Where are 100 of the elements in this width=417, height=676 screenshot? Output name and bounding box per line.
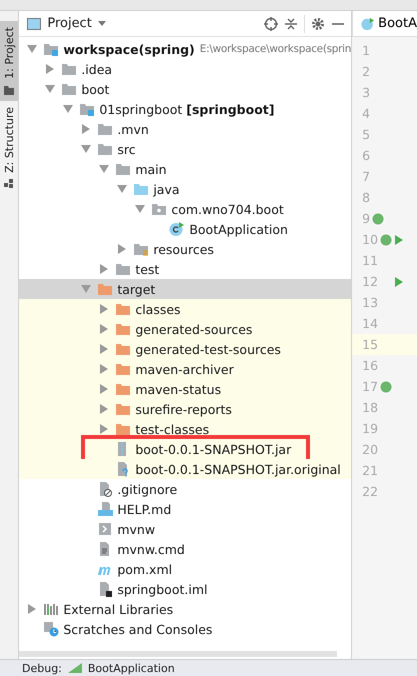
bean-icon[interactable] [372,212,384,224]
tree-item[interactable]: External Libraries [19,599,352,619]
tree-item[interactable]: classes [19,299,352,319]
run-config-tab[interactable]: BootApplication [88,662,175,674]
tree-item-label: java [153,182,180,196]
tree-item[interactable]: main [19,159,352,179]
collapsed-arrow-icon[interactable] [99,364,110,374]
script-file-icon [97,521,114,537]
horizontal-scrollbar[interactable] [19,651,338,657]
line-number: 19 [361,420,380,438]
tree-item-label: .idea [81,62,112,76]
line-number: 11 [361,252,380,270]
line-number: 10 [352,229,417,250]
line-number: 14 [361,315,380,333]
collapsed-arrow-icon[interactable] [99,424,110,434]
tree-item-label: generated-sources [135,322,252,336]
tree-item-label: maven-archiver [135,362,234,376]
tree-item[interactable]: .mvn [19,119,352,139]
bean-icon[interactable] [380,380,392,392]
collapsed-arrow-icon[interactable] [117,244,128,254]
run-icon[interactable] [394,234,404,244]
collapsed-arrow-icon[interactable] [99,324,110,334]
tree-item[interactable]: mvnw.cmd [19,539,352,559]
folder-icon [115,261,132,277]
tree-item[interactable]: mvnw [19,519,352,539]
structure-icon [4,178,14,189]
folder-icon [97,121,114,137]
tree-item-label: BootApplication [189,222,288,236]
folder-icon [115,381,132,397]
collapse-all-icon[interactable] [284,16,298,30]
line-number: 20 [361,441,380,459]
collapsed-arrow-icon[interactable] [99,264,110,274]
settings-icon[interactable] [311,16,326,30]
expanded-arrow-icon[interactable] [45,84,56,94]
tree-item-label: test [135,262,160,276]
tree-item[interactable]: generated-sources [19,319,352,339]
tree-item[interactable]: .gitignore [19,479,352,499]
tree-item[interactable]: maven-status [19,379,352,399]
path-label: E:\workspace\workspace(sprin [200,43,352,55]
folder-icon [115,361,132,377]
line-number: 3 [361,84,372,102]
tree-item[interactable]: workspace(spring) E:\workspace\workspace(sprin [19,39,352,59]
line-number: 17 [352,376,417,397]
tree-item-label: HELP.md [117,502,172,516]
locate-icon[interactable] [264,16,278,30]
tree-item[interactable]: pom.xml [19,559,352,579]
run-icon[interactable] [394,276,404,286]
tree-item[interactable]: boot [19,79,352,99]
tool-window-tab[interactable]: 1: Project [0,21,18,101]
window-icon [27,18,42,30]
tree-item[interactable]: Scratches and Consoles [19,619,352,639]
folder-icon [97,141,114,157]
expanded-arrow-icon[interactable] [117,184,128,194]
expanded-arrow-icon[interactable] [63,104,74,114]
tree-item[interactable]: src [19,139,352,159]
tree-item-label: boot-0.0.1-SNAPSHOT.jar.original [135,462,341,476]
bean-icon[interactable] [380,234,392,246]
ignored-file-icon [97,481,114,497]
collapsed-arrow-icon[interactable] [99,304,110,314]
expanded-arrow-icon[interactable] [99,164,110,174]
tree-item-label: External Libraries [63,602,174,616]
tree-item[interactable]: maven-archiver [19,359,352,379]
tree-item[interactable]: HELP.md [19,499,352,519]
folder-icon [61,61,78,77]
expanded-arrow-icon[interactable] [27,44,38,54]
tree-item[interactable]: .idea [19,59,352,79]
tree-item[interactable]: generated-test-sources [19,339,352,359]
collapsed-arrow-icon[interactable] [45,64,56,74]
tree-item[interactable]: resources [19,239,352,259]
line-number: 2 [361,63,372,81]
tree-item[interactable]: boot-0.0.1-SNAPSHOT.jar.original [19,459,352,479]
expanded-arrow-icon[interactable] [81,144,92,154]
expanded-arrow-icon[interactable] [81,284,92,294]
tree-item[interactable]: java [19,179,352,199]
tree-item[interactable]: test [19,259,352,279]
tool-window-tab[interactable]: Z: Structure [0,100,18,195]
collapsed-arrow-icon[interactable] [27,604,38,614]
collapsed-arrow-icon[interactable] [99,384,110,394]
tree-item[interactable]: target [19,279,352,299]
tree-item-label: target [117,282,156,296]
line-number: 1 [361,42,372,60]
libraries-icon [43,601,60,617]
tree-item[interactable]: surefire-reports [19,399,352,419]
dropdown-caret-icon[interactable] [98,21,106,26]
tree-item-label: .gitignore [117,482,178,496]
tree-item[interactable]: 01springboot [springboot] [19,99,352,119]
tree-item[interactable]: BootApplication [19,219,352,239]
folder-icon [115,401,132,417]
line-number: 6 [361,147,372,165]
panel-title[interactable]: Project [47,16,92,31]
resources-folder-icon [133,241,150,257]
module-folder-icon [79,101,96,117]
tree-item[interactable]: com.wno704.boot [19,199,352,219]
module-file-icon [97,581,114,597]
collapsed-arrow-icon[interactable] [81,124,92,134]
collapsed-arrow-icon[interactable] [99,404,110,414]
expanded-arrow-icon[interactable] [135,204,146,214]
scratches-icon [43,621,60,637]
tree-item[interactable]: springboot.iml [19,579,352,599]
collapsed-arrow-icon[interactable] [99,344,110,354]
